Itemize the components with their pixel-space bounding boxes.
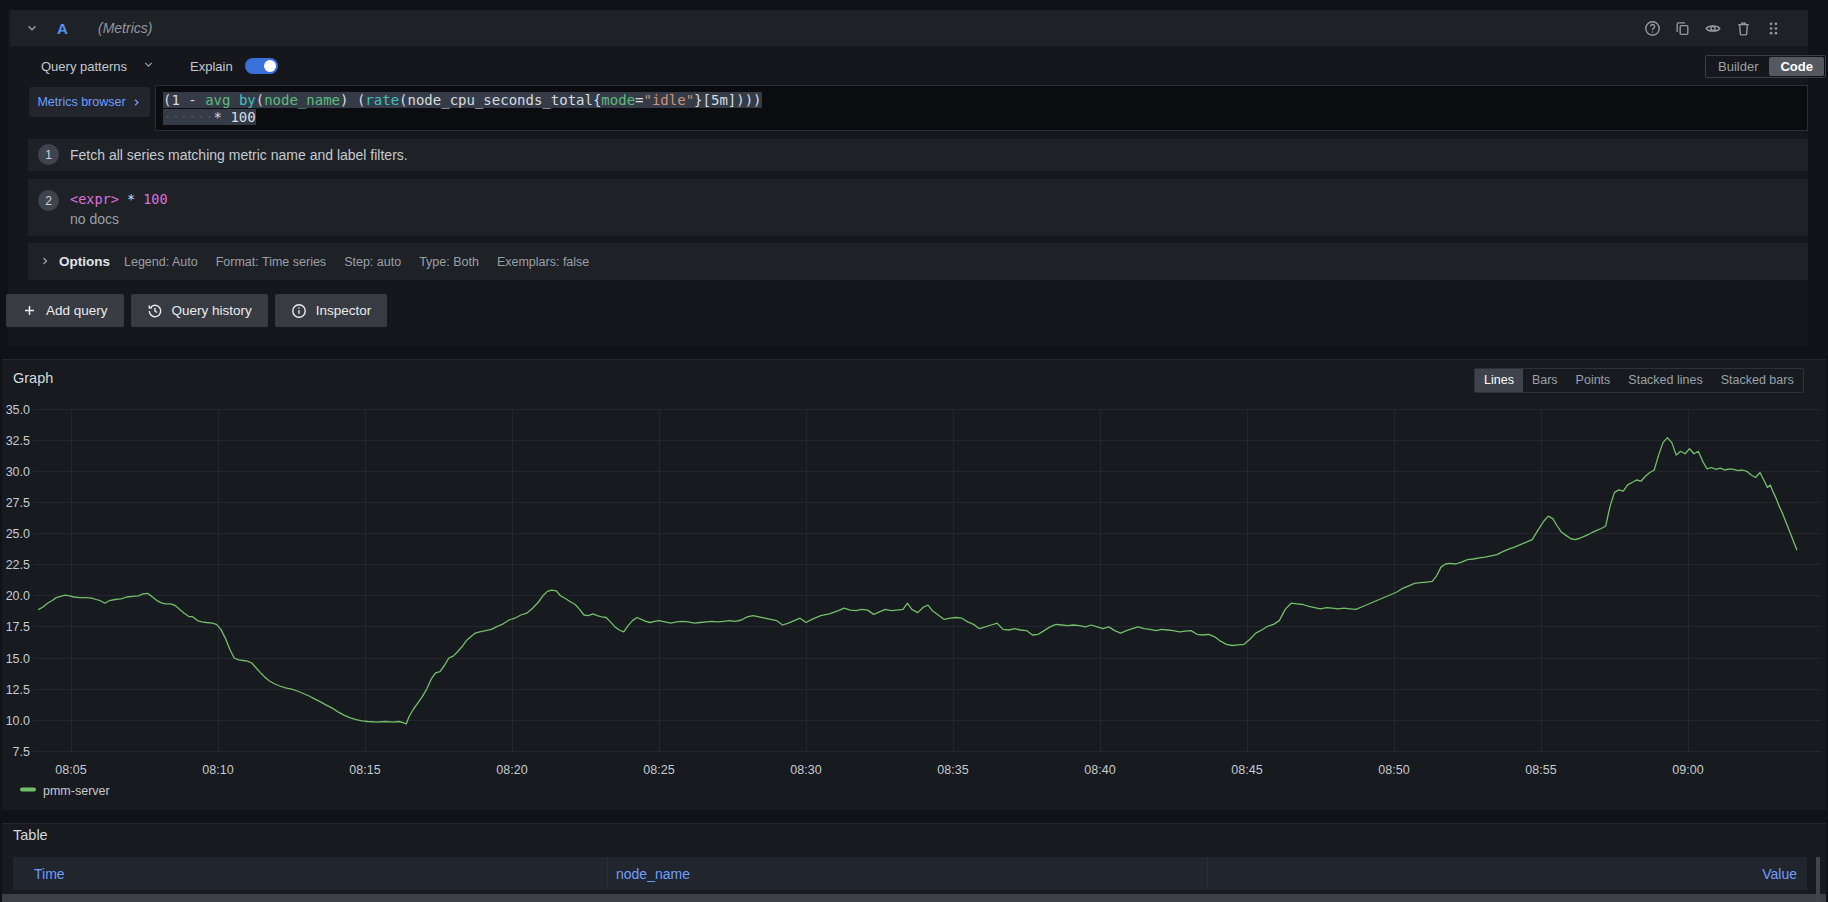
step-2-badge: 2: [38, 190, 59, 211]
step-1-text: Fetch all series matching metric name an…: [70, 147, 408, 163]
table-column-time[interactable]: Time: [13, 857, 607, 890]
add-query-button[interactable]: Add query: [6, 294, 124, 327]
option-summary-item: Step: auto: [344, 255, 401, 269]
remove-query-icon[interactable]: [1735, 20, 1752, 37]
explore-page: A (Metrics) Query patterns Explain Build…: [0, 0, 1828, 902]
builder-code-switch: Builder Code: [1705, 55, 1826, 78]
inspector-button[interactable]: Inspector: [275, 294, 388, 327]
options-row[interactable]: Options Legend: Auto Format: Time series S…: [28, 243, 1808, 280]
duplicate-query-icon[interactable]: [1674, 20, 1691, 37]
table-panel-title: Table: [13, 827, 48, 843]
graph-panel-title: Graph: [13, 370, 53, 386]
table-scrollbar-vertical[interactable]: [1816, 857, 1820, 902]
query-history-label: Query history: [172, 303, 252, 318]
graph-style-lines[interactable]: Lines: [1475, 369, 1523, 392]
actions-row: Add query Query history Inspector: [6, 294, 387, 327]
graph-style-stacked-bars[interactable]: Stacked bars: [1712, 369, 1803, 392]
graph-style-switch: LinesBarsPointsStacked linesStacked bars: [1474, 368, 1804, 393]
drag-handle-icon[interactable]: [1765, 20, 1782, 37]
hide-response-icon[interactable]: [1704, 20, 1722, 37]
table-column-value[interactable]: Value: [1207, 857, 1807, 890]
promql-code-editor[interactable]: (1 - avg by(node_name) (rate(node_cpu_se…: [155, 85, 1808, 131]
help-icon[interactable]: [1644, 20, 1661, 37]
datasource-name: (Metrics): [98, 20, 152, 36]
inspector-label: Inspector: [316, 303, 372, 318]
code-tab[interactable]: Code: [1769, 57, 1824, 76]
table-header-row: Time node_name Value: [13, 857, 1807, 890]
graph-style-points[interactable]: Points: [1567, 369, 1620, 392]
step-2-expression: <expr> * 100: [70, 191, 168, 207]
table-column-node-name[interactable]: node_name: [607, 857, 1207, 890]
explain-label: Explain: [190, 59, 233, 74]
options-title: Options: [59, 254, 110, 269]
option-summary-item: Type: Both: [419, 255, 479, 269]
explain-step-2: 2 <expr> * 100 no docs: [28, 179, 1808, 236]
chevron-right-icon[interactable]: [39, 253, 51, 271]
step-1-badge: 1: [38, 144, 59, 165]
option-summary-item: Exemplars: false: [497, 255, 589, 269]
chevron-down-icon[interactable]: [142, 58, 155, 74]
metrics-browser-label: Metrics browser: [37, 95, 125, 109]
graph-style-bars[interactable]: Bars: [1523, 369, 1567, 392]
option-summary-item: Format: Time series: [216, 255, 326, 269]
explain-step-1: 1 Fetch all series matching metric name …: [28, 139, 1808, 171]
explain-toggle[interactable]: [245, 58, 278, 74]
add-query-label: Add query: [46, 303, 108, 318]
collapse-chevron-icon[interactable]: [25, 21, 39, 39]
metrics-browser-button[interactable]: Metrics browser: [29, 87, 150, 117]
builder-tab[interactable]: Builder: [1707, 57, 1769, 76]
option-summary-item: Legend: Auto: [124, 255, 198, 269]
query-toolbar: Query patterns Explain: [41, 52, 278, 80]
query-row-header[interactable]: A (Metrics): [10, 10, 1808, 46]
step-2-docs: no docs: [70, 211, 119, 227]
graph-plot-area[interactable]: [33, 409, 1821, 752]
query-ref-id: A: [57, 20, 68, 37]
query-patterns-dropdown[interactable]: Query patterns: [41, 59, 127, 74]
query-history-button[interactable]: Query history: [131, 294, 268, 327]
graph-style-stacked-lines[interactable]: Stacked lines: [1619, 369, 1711, 392]
table-scrollbar-horizontal[interactable]: [2, 894, 1826, 902]
